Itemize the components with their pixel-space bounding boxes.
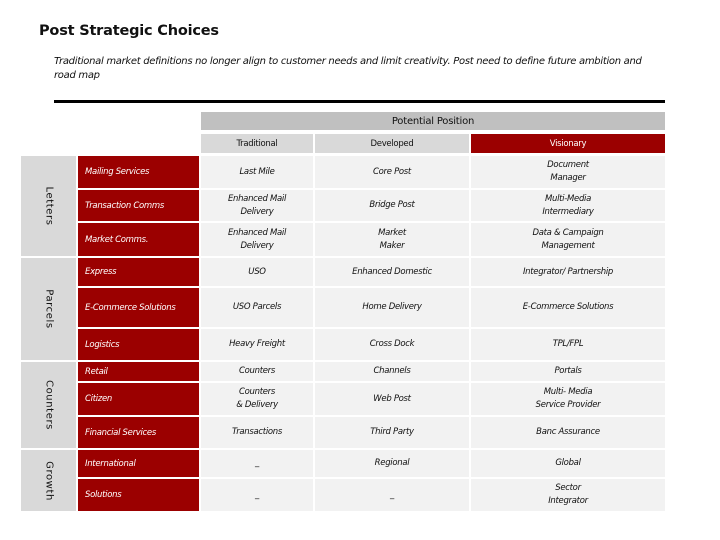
- cell-developed: Market Maker: [315, 223, 469, 256]
- cell-developed: Home Delivery: [315, 288, 469, 327]
- cell-developed: Web Post: [315, 383, 469, 415]
- cell-visionary: Multi- Media Service Provider: [471, 383, 665, 415]
- cell-traditional: _: [201, 450, 313, 477]
- cell-visionary: E-Commerce Solutions: [471, 288, 665, 327]
- cell-developed: Cross Dock: [315, 329, 469, 360]
- cell-developed: Bridge Post: [315, 190, 469, 221]
- column-header-visionary: Visionary: [471, 134, 665, 153]
- page-title: Post Strategic Choices: [39, 23, 219, 39]
- cell-developed: _: [315, 479, 469, 511]
- row-label: International: [78, 450, 199, 477]
- page-subtitle: Traditional market definitions no longer…: [54, 56, 642, 81]
- row-label: Market Comms.: [78, 223, 199, 256]
- row-label: Express: [78, 258, 199, 286]
- cell-visionary: Global: [471, 450, 665, 477]
- cell-visionary: Multi-Media Intermediary: [471, 190, 665, 221]
- group-parcels: Parcels: [21, 258, 76, 360]
- cell-visionary: Sector Integrator: [471, 479, 665, 511]
- group-label: Growth: [43, 460, 54, 501]
- cell-traditional: Heavy Freight: [201, 329, 313, 360]
- row-label: E-Commerce Solutions: [78, 288, 199, 327]
- column-header-developed: Developed: [315, 134, 469, 153]
- cell-traditional: USO: [201, 258, 313, 286]
- group-letters: Letters: [21, 156, 76, 256]
- column-header-traditional: Traditional: [201, 134, 313, 153]
- cell-traditional: Counters & Delivery: [201, 383, 313, 415]
- group-growth: Growth: [21, 450, 76, 511]
- row-label: Logistics: [78, 329, 199, 360]
- divider-rule: [54, 100, 665, 103]
- group-label: Parcels: [43, 289, 54, 329]
- cell-traditional: Transactions: [201, 417, 313, 448]
- cell-traditional: Counters: [201, 362, 313, 381]
- cell-visionary: TPL/FPL: [471, 329, 665, 360]
- group-label: Letters: [43, 186, 54, 226]
- cell-developed: Enhanced Domestic: [315, 258, 469, 286]
- cell-visionary: Banc Assurance: [471, 417, 665, 448]
- group-label: Counters: [43, 380, 54, 430]
- row-label: Retail: [78, 362, 199, 381]
- row-label: Transaction Comms: [78, 190, 199, 221]
- cell-traditional: Enhanced Mail Delivery: [201, 223, 313, 256]
- cell-visionary: Integrator/ Partnership: [471, 258, 665, 286]
- cell-traditional: Last Mile: [201, 156, 313, 188]
- cell-traditional: Enhanced Mail Delivery: [201, 190, 313, 221]
- row-label: Solutions: [78, 479, 199, 511]
- row-label: Mailing Services: [78, 156, 199, 188]
- cell-traditional: _: [201, 479, 313, 511]
- group-counters: Counters: [21, 362, 76, 448]
- cell-visionary: Portals: [471, 362, 665, 381]
- cell-traditional: USO Parcels: [201, 288, 313, 327]
- cell-visionary: Document Manager: [471, 156, 665, 188]
- row-label: Citizen: [78, 383, 199, 415]
- cell-visionary: Data & Campaign Management: [471, 223, 665, 256]
- potential-position-header: Potential Position: [201, 112, 665, 130]
- row-label: Financial Services: [78, 417, 199, 448]
- cell-developed: Regional: [315, 450, 469, 477]
- cell-developed: Channels: [315, 362, 469, 381]
- cell-developed: Third Party: [315, 417, 469, 448]
- cell-developed: Core Post: [315, 156, 469, 188]
